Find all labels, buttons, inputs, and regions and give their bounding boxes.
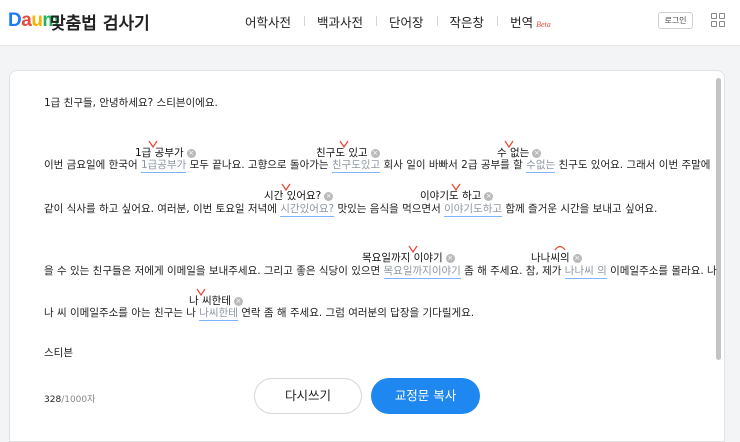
top-header: Daum 맞춤법 검사기 어학사전 백과사전 단어장 작은창 번역 Beta 로그… bbox=[0, 0, 740, 46]
text-line: 이번 금요일에 한국어 1급공부가 모두 끝나요. 고향으로 돌아가는 친구도있… bbox=[44, 159, 711, 173]
insert-space-mark-icon bbox=[451, 183, 461, 191]
insert-space-mark-icon bbox=[148, 140, 158, 148]
error-word[interactable]: 시간있어요? bbox=[280, 203, 335, 217]
close-icon[interactable]: × bbox=[532, 149, 542, 158]
service-title[interactable]: 맞춤법 검사기 bbox=[50, 9, 150, 34]
error-word[interactable]: 목요일까지이야기 bbox=[383, 265, 461, 279]
close-icon[interactable]: × bbox=[233, 297, 243, 306]
suggestion[interactable]: 시간 있어요? × bbox=[264, 189, 334, 203]
signature: 스티븐 bbox=[44, 347, 73, 359]
rewrite-button[interactable]: 다시쓰기 bbox=[254, 378, 362, 414]
suggestion[interactable]: 나나씨의 × bbox=[531, 251, 582, 265]
text-line: 을 수 있는 친구들은 저에게 이메일을 보내주세요. 그리고 좋은 식당이 있… bbox=[44, 265, 717, 279]
error-word[interactable]: 나나씨 의 bbox=[564, 265, 607, 279]
scrollbar[interactable] bbox=[716, 78, 721, 360]
error-word[interactable]: 나씨한테 bbox=[199, 307, 238, 321]
nav-item-dictionary[interactable]: 어학사전 bbox=[232, 12, 304, 31]
suggestion[interactable]: 목요일까지 이야기 × bbox=[362, 251, 455, 265]
beta-badge: Beta bbox=[536, 19, 551, 29]
suggestion[interactable]: 나 씨한테 × bbox=[189, 294, 243, 308]
insert-space-mark-icon bbox=[408, 245, 418, 253]
close-icon[interactable]: × bbox=[572, 254, 582, 263]
insert-space-mark-icon bbox=[281, 183, 291, 191]
greeting-line: 1급 친구들, 안녕하세요? 스티븐이에요. bbox=[44, 97, 218, 109]
insert-space-mark-icon bbox=[339, 140, 349, 148]
login-button[interactable]: 로그인 bbox=[658, 12, 693, 29]
close-icon[interactable]: × bbox=[186, 149, 196, 158]
copy-corrected-button[interactable]: 교정문 복사 bbox=[371, 378, 480, 414]
apps-grid-icon[interactable] bbox=[711, 13, 725, 27]
nav-item-encyclopedia[interactable]: 백과사전 bbox=[304, 12, 376, 31]
suggestion[interactable]: 수 없는 × bbox=[497, 146, 542, 160]
suggestion[interactable]: 친구도 있고 × bbox=[316, 146, 380, 160]
character-count: 328/1000자 bbox=[44, 392, 95, 405]
error-word[interactable]: 1급공부가 bbox=[140, 159, 187, 173]
error-word[interactable]: 친구도있고 bbox=[331, 159, 381, 173]
character-count-value: 328 bbox=[44, 395, 62, 405]
close-icon[interactable]: × bbox=[445, 254, 455, 263]
insert-space-mark-icon bbox=[504, 140, 514, 148]
text-line: 같이 식사를 하고 싶어요. 여러분, 이번 토요일 저녁에 시간있어요? 맛있… bbox=[44, 203, 658, 217]
close-icon[interactable]: × bbox=[324, 192, 334, 201]
close-icon[interactable]: × bbox=[484, 192, 494, 201]
nav-item-translate-label: 번역 bbox=[510, 14, 534, 30]
character-count-max: /1000자 bbox=[61, 395, 96, 405]
suggestion[interactable]: 1급 공부가 × bbox=[135, 146, 196, 160]
suggestion[interactable]: 이야기도 하고 × bbox=[420, 189, 494, 203]
error-word[interactable]: 수없는 bbox=[526, 159, 556, 173]
main-nav: 어학사전 백과사전 단어장 작은창 번역 Beta bbox=[232, 12, 564, 30]
nav-item-small-window[interactable]: 작은창 bbox=[436, 12, 498, 31]
text-line: 나 씨 이메일주소를 아는 친구는 나 나씨한테 연락 좀 해 주세요. 그럼 … bbox=[44, 307, 475, 321]
nav-item-wordbook[interactable]: 단어장 bbox=[376, 12, 437, 31]
nav-item-translate[interactable]: 번역 Beta bbox=[497, 12, 564, 31]
remove-space-mark-icon bbox=[554, 245, 566, 251]
insert-space-mark-icon bbox=[196, 288, 206, 296]
error-word[interactable]: 이야기도하고 bbox=[444, 203, 503, 217]
close-icon[interactable]: × bbox=[370, 149, 380, 158]
